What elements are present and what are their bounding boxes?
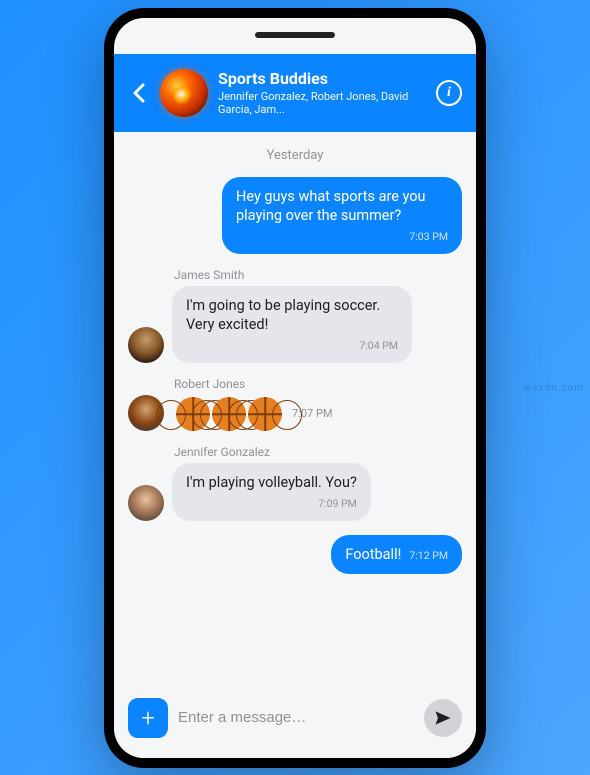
message-row: 7:07 PM [128,395,462,431]
composer: + [114,686,476,758]
message-time: 7:09 PM [186,497,357,511]
message-text: Hey guys what sports are you playing ove… [236,187,448,226]
message-input[interactable] [178,709,414,726]
sender-avatar[interactable] [128,485,164,521]
plus-icon: + [141,704,155,732]
group-title: Sports Buddies [218,69,426,88]
send-button[interactable] [424,699,462,737]
back-button[interactable] [128,82,150,104]
info-icon: i [447,85,451,101]
message-bubble[interactable]: Football! 7:12 PM [331,535,462,575]
group-members: Jennifer Gonzalez, Robert Jones, David G… [218,90,426,116]
message-bubble[interactable]: I'm going to be playing soccer. Very exc… [172,286,412,363]
message-text: I'm going to be playing soccer. Very exc… [186,296,398,335]
message-in: Jennifer Gonzalez I'm playing volleyball… [128,445,462,521]
message-bubble[interactable]: Hey guys what sports are you playing ove… [222,177,462,254]
message-row: I'm going to be playing soccer. Very exc… [128,286,462,363]
sender-name: Jennifer Gonzalez [174,445,462,459]
date-separator: Yesterday [128,148,462,163]
screen: Sports Buddies Jennifer Gonzalez, Robert… [114,18,476,758]
info-button[interactable]: i [436,80,462,106]
message-row: I'm playing volleyball. You? 7:09 PM [128,463,462,521]
sender-name: Robert Jones [174,377,462,391]
basketball-icon [248,397,282,431]
message-bubble[interactable]: I'm playing volleyball. You? 7:09 PM [172,463,371,521]
sender-avatar[interactable] [128,327,164,363]
message-out: Football! 7:12 PM [128,535,462,575]
chevron-left-icon [132,83,146,103]
message-time: 7:12 PM [409,549,448,563]
message-time: 7:04 PM [186,339,398,353]
status-bar [114,18,476,54]
message-text: Football! [345,545,401,565]
messages-scroll[interactable]: Yesterday Hey guys what sports are you p… [114,132,476,686]
message-time: 7:03 PM [236,230,448,244]
message-in: Robert Jones 7:07 PM [128,377,462,431]
header-text: Sports Buddies Jennifer Gonzalez, Robert… [218,69,426,116]
chat-header: Sports Buddies Jennifer Gonzalez, Robert… [114,54,476,132]
watermark: wsxdn.com [524,382,584,393]
add-attachment-button[interactable]: + [128,698,168,738]
message-in: James Smith I'm going to be playing socc… [128,268,462,363]
message-text: I'm playing volleyball. You? [186,473,357,493]
message-bubble[interactable]: 7:07 PM [172,397,336,431]
phone-frame: Sports Buddies Jennifer Gonzalez, Robert… [104,8,486,768]
group-avatar[interactable] [160,69,208,117]
send-icon [433,708,453,728]
message-out: Hey guys what sports are you playing ove… [128,177,462,254]
sender-name: James Smith [174,268,462,282]
